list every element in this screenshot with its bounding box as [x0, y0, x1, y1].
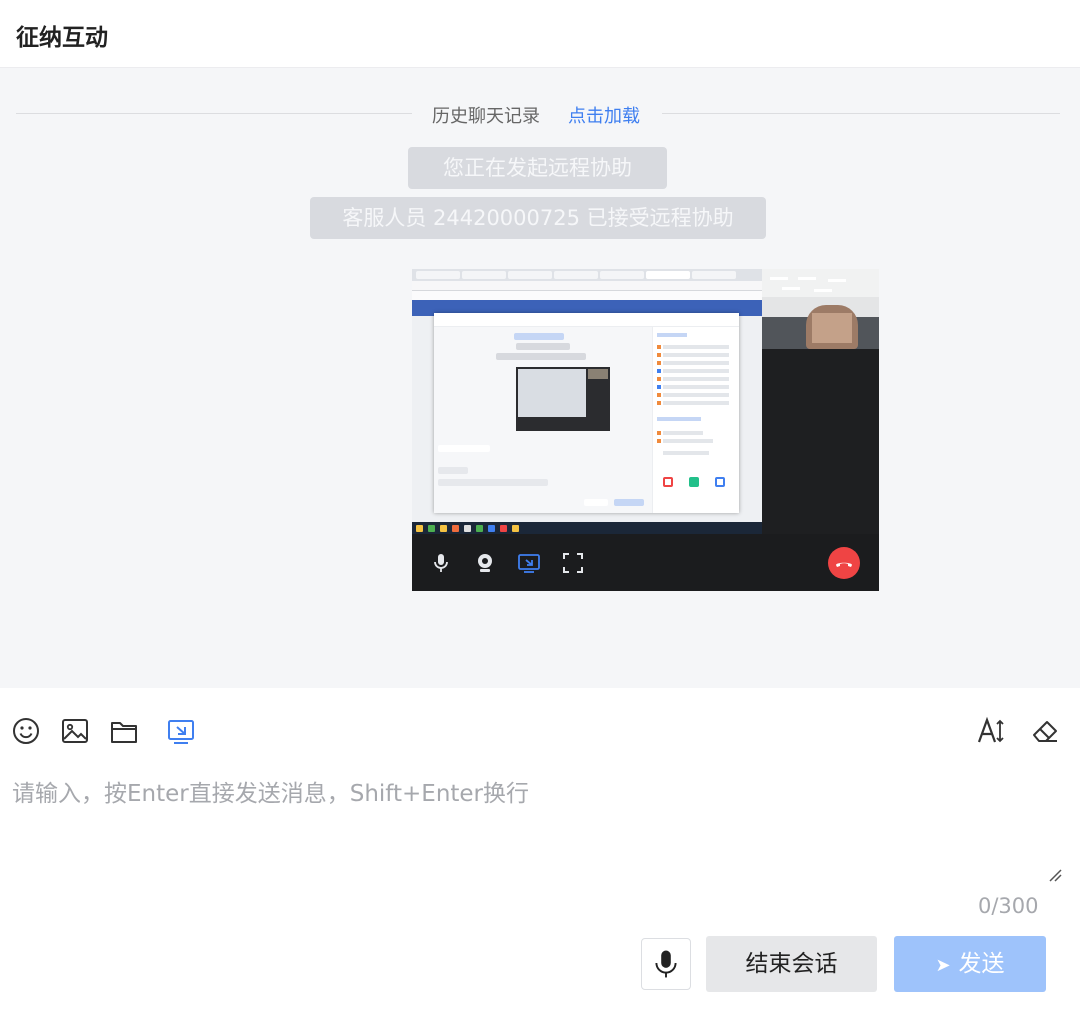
shared-sidebar — [652, 327, 739, 513]
system-message: 您正在发起远程协助 — [408, 147, 667, 189]
page-title: 征纳互动 — [16, 25, 108, 51]
microphone-icon[interactable] — [429, 551, 453, 575]
remote-session-preview[interactable] — [412, 269, 879, 591]
phone-hangup-icon — [836, 562, 852, 567]
system-message: 客服人员 24420000725 已接受远程协助 — [310, 197, 766, 239]
end-session-button[interactable]: 结束会话 — [706, 936, 877, 992]
nested-video — [516, 367, 610, 431]
send-label: 发送 — [958, 951, 1005, 977]
send-button[interactable]: ➤ 发送 — [894, 936, 1046, 992]
shared-screen — [412, 269, 762, 534]
fullscreen-icon[interactable] — [561, 551, 585, 575]
image-icon[interactable] — [60, 716, 90, 746]
taskbar — [412, 522, 762, 534]
message-input[interactable] — [8, 770, 1072, 882]
font-size-icon[interactable] — [976, 716, 1006, 746]
character-counter: 0/300 — [978, 894, 1039, 918]
shared-window-title — [434, 313, 739, 327]
browser-bookmarks — [412, 291, 762, 300]
browser-address-bar — [412, 281, 762, 291]
call-controls — [412, 534, 879, 591]
eraser-icon[interactable] — [1030, 716, 1060, 746]
screen-share-icon[interactable] — [517, 551, 541, 575]
folder-icon[interactable] — [109, 716, 139, 746]
resize-handle[interactable] — [1046, 866, 1062, 882]
divider — [662, 113, 1060, 114]
shared-chat-area — [434, 327, 652, 513]
load-history-link[interactable]: 点击加载 — [568, 102, 640, 128]
send-icon: ➤ — [935, 955, 951, 976]
camera-icon[interactable] — [473, 551, 497, 575]
header: 征纳互动 — [0, 0, 1080, 68]
microphone-icon — [655, 950, 677, 978]
voice-input-button[interactable] — [641, 938, 691, 990]
emoji-icon[interactable] — [11, 716, 41, 746]
remote-assist-icon[interactable] — [166, 716, 196, 746]
webcam-feed — [762, 269, 879, 349]
divider — [16, 113, 412, 114]
history-label: 历史聊天记录 — [432, 106, 540, 127]
shared-chat-window — [434, 313, 739, 513]
browser-tab-strip — [412, 269, 762, 281]
chat-area: 历史聊天记录 点击加载 您正在发起远程协助 客服人员 24420000725 已… — [0, 68, 1080, 688]
hang-up-button[interactable] — [828, 547, 860, 579]
